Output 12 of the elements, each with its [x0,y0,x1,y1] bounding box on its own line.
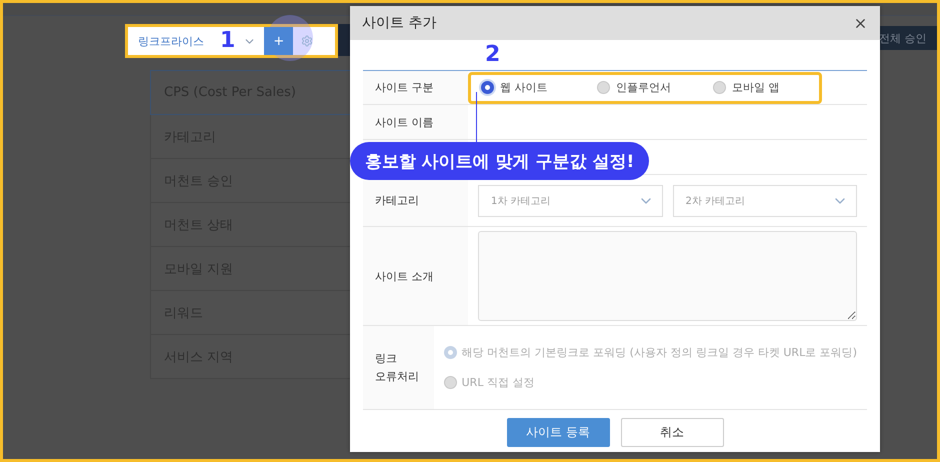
step-number: 1 [220,30,236,52]
radio-label: 인플루언서 [616,80,671,95]
field-label: 사이트 구분 [363,71,468,104]
callout: 홍보할 사이트에 맞게 구분값 설정! [350,142,649,180]
radio-label: 웹 사이트 [500,80,548,95]
field-label: 사이트 소개 [363,227,468,325]
radio-label: 모바일 앱 [732,80,780,95]
radio-label: URL 직접 설정 [462,375,534,390]
field-label: 링크 오류처리 [363,326,434,409]
field-label: 사이트 이름 [363,105,468,139]
step-number: 2 [485,44,500,66]
dialog-title: 사이트 추가 [362,14,436,32]
